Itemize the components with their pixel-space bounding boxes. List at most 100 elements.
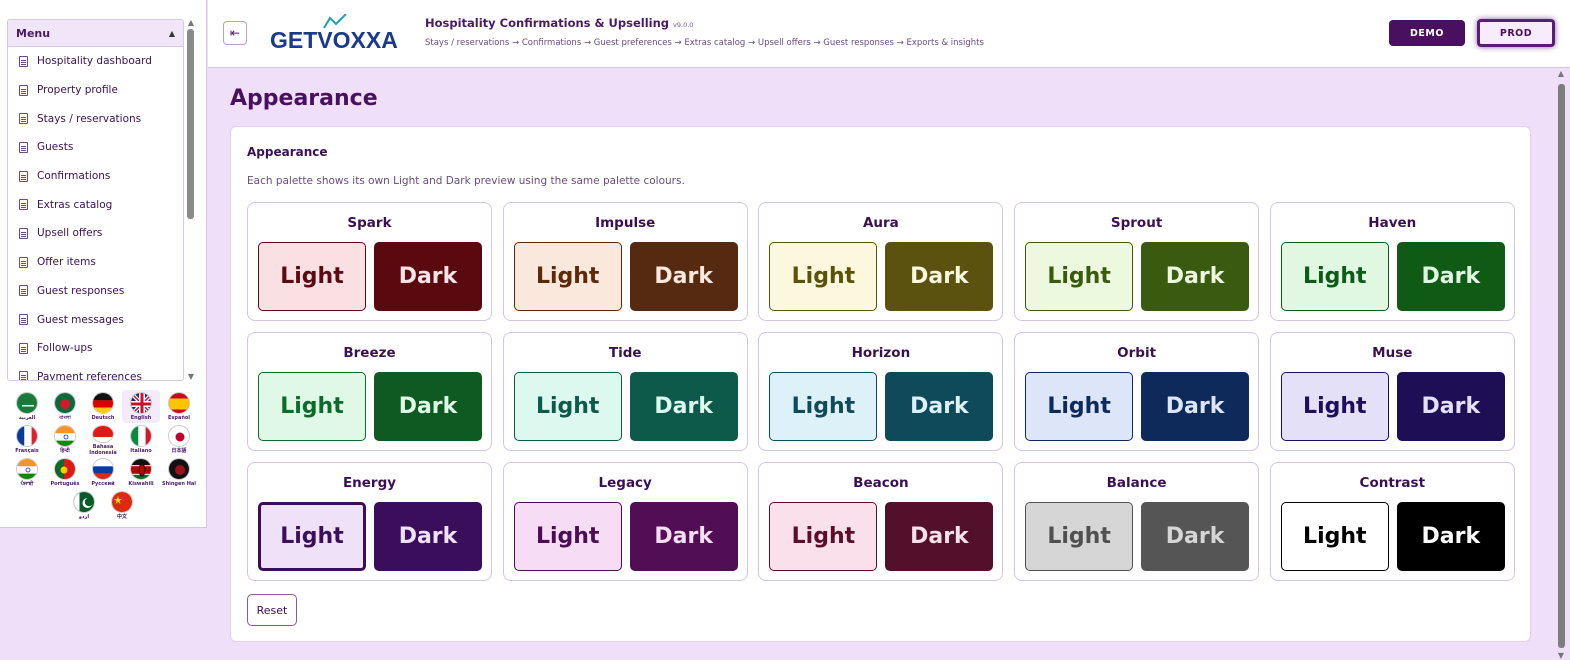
language-label: Español [167,415,191,421]
sidebar-item[interactable]: Guest responses [8,277,183,306]
light-swatch-button[interactable]: Light [513,372,622,441]
light-swatch-button[interactable]: Light [258,242,366,311]
sidebar-item-label: Confirmations [37,170,111,183]
dark-swatch-button[interactable]: Dark [374,242,482,311]
sidebar-item[interactable]: Guest messages [8,305,183,334]
palette-name: Sprout [1110,215,1163,231]
light-swatch-button[interactable]: Light [769,502,878,571]
light-swatch-button[interactable]: Light [1280,502,1389,571]
sidebar-item[interactable]: Offer items [8,248,183,277]
menu-scrollbar[interactable]: ▲ ▼ [185,17,197,381]
sidebar-item[interactable]: Confirmations [8,162,183,191]
dark-swatch-button[interactable]: Dark [1141,372,1250,441]
sidebar-item-label: Offer items [37,256,96,269]
language-label: Italiano [130,448,152,454]
language-option[interactable]: Deutsch [84,390,122,423]
palette-tile: Muse Light Dark [1269,332,1515,451]
sidebar-item[interactable]: Payment references [8,363,183,380]
scroll-down-arrow-icon[interactable]: ▼ [1555,650,1567,660]
light-swatch-button[interactable]: Light [1280,242,1389,311]
light-swatch-button[interactable]: Light [258,372,366,441]
dark-swatch-button[interactable]: Dark [1396,372,1505,441]
language-option[interactable]: العربية [8,390,46,423]
scroll-down-arrow-icon[interactable]: ▼ [185,371,197,381]
flag-bangladesh-icon [54,392,76,414]
language-option[interactable]: ਪੰਜਾਬੀ [8,456,46,489]
sidebar-item[interactable]: Upsell offers [8,219,183,248]
light-swatch-button[interactable]: Light [513,242,622,311]
light-swatch-button[interactable]: Light [769,242,878,311]
language-option[interactable]: اردو [65,489,103,522]
dark-swatch-button[interactable]: Dark [629,242,738,311]
sidebar-collapse-icon: ⇤ [229,26,241,40]
language-option[interactable]: বাংলা [46,390,84,423]
language-option[interactable]: Português [46,456,84,489]
dark-swatch-button[interactable]: Dark [1396,502,1505,571]
reset-button[interactable]: Reset [247,594,297,626]
document-icon [19,84,28,96]
sidebar-item[interactable]: Follow-ups [8,334,183,363]
sidebar-toggle-button[interactable]: ⇤ [223,21,247,45]
light-swatch-button[interactable]: Light [769,372,878,441]
app-title: Hospitality Confirmations & Upselling v9.… [425,16,693,30]
light-swatch-button[interactable]: Light [258,502,366,571]
language-switcher: العربية বাংলা Deutsch English Español Françai… [8,390,198,522]
menu-scrollbar-thumb[interactable] [187,29,194,219]
scroll-up-arrow-icon[interactable]: ▲ [1555,68,1567,78]
prod-button[interactable]: PROD [1477,19,1555,47]
dark-swatch-button[interactable]: Dark [885,372,994,441]
sidebar-item[interactable]: Guests [8,133,183,162]
scroll-up-arrow-icon[interactable]: ▲ [185,17,197,27]
dark-swatch-button[interactable]: Dark [629,502,738,571]
language-label: Deutsch [91,415,115,421]
language-option[interactable]: हिन्दी [46,423,84,456]
light-swatch-button[interactable]: Light [513,502,622,571]
language-option[interactable]: 日本語 [160,423,198,456]
light-swatch-button[interactable]: Light [1280,372,1389,441]
menu-header[interactable]: Menu ▲ [8,20,183,47]
logo-text: GETVOXXA [270,27,398,53]
language-option[interactable]: Bahasa Indonesia [84,423,122,456]
dark-swatch-button[interactable]: Dark [1141,502,1250,571]
top-bar: ⇤ GETVOXXA Hospitality Confirmations & U… [208,0,1570,68]
dark-swatch-button[interactable]: Dark [1396,242,1505,311]
page-scrollbar-thumb[interactable] [1558,84,1565,648]
light-swatch-button[interactable]: Light [1025,502,1134,571]
page-scrollbar[interactable]: ▲ ▼ [1555,68,1568,660]
sidebar-item-label: Follow-ups [37,342,93,355]
sidebar-item-label: Upsell offers [37,227,103,240]
menu-list: Hospitality dashboard Property profile Sta… [8,47,183,380]
dark-swatch-button[interactable]: Dark [1141,242,1250,311]
language-option[interactable]: Kiswahili [122,456,160,489]
light-swatch-button[interactable]: Light [1025,372,1134,441]
language-option[interactable]: Français [8,423,46,456]
app-title-text: Hospitality Confirmations & Upselling [425,16,670,30]
light-swatch-button[interactable]: Light [1025,242,1134,311]
palette-tile: Contrast Light Dark [1269,462,1515,581]
dark-swatch-button[interactable]: Dark [374,502,482,571]
dark-swatch-button[interactable]: Dark [629,372,738,441]
document-icon [19,314,28,326]
flag-indonesia-icon [92,425,114,443]
collapse-caret-icon[interactable]: ▲ [169,29,175,38]
language-option[interactable]: 中文 [103,489,141,522]
language-option[interactable]: English [122,390,160,423]
flag-russia-icon [92,458,114,480]
dark-swatch-button[interactable]: Dark [885,502,994,571]
language-label: Português [50,481,80,487]
language-option[interactable]: Русский [84,456,122,489]
language-option[interactable]: Español [160,390,198,423]
dark-swatch-button[interactable]: Dark [885,242,994,311]
document-icon [19,199,28,211]
dark-swatch-button[interactable]: Dark [374,372,482,441]
sidebar-item[interactable]: Hospitality dashboard [8,47,183,76]
sidebar-item[interactable]: Stays / reservations [8,104,183,133]
sidebar-item[interactable]: Extras catalog [8,190,183,219]
sidebar-item[interactable]: Property profile [8,76,183,105]
flag-pakistan-icon [73,491,95,513]
demo-button[interactable]: DEMO [1389,20,1465,46]
language-option[interactable]: Italiano [122,423,160,456]
palette-tile: Beacon Light Dark [758,462,1004,581]
language-option[interactable]: Shingen Hai [160,456,198,489]
flag-france-icon [16,425,38,447]
